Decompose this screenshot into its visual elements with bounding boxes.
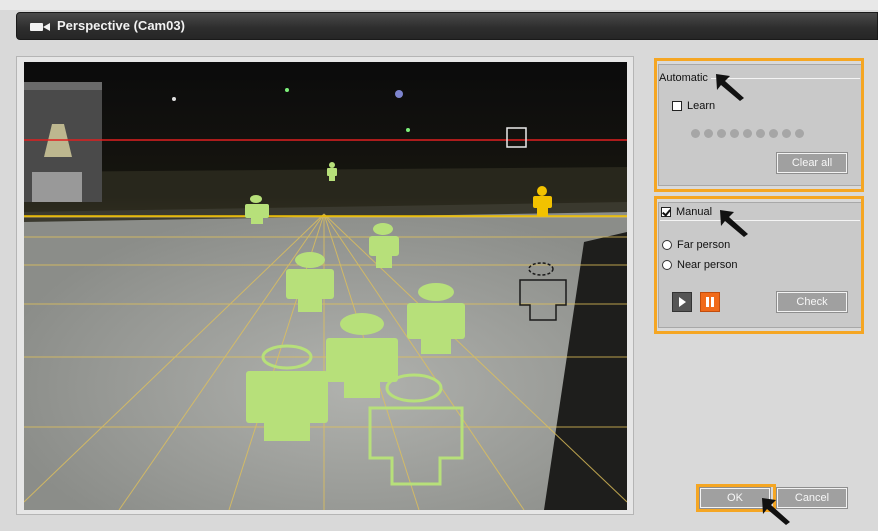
progress-dot — [795, 129, 804, 138]
clear-all-button[interactable]: Clear all — [776, 152, 848, 174]
check-button[interactable]: Check — [776, 291, 848, 313]
progress-dot — [782, 129, 791, 138]
near-person-label: Near person — [677, 259, 738, 271]
progress-dot — [769, 129, 778, 138]
play-icon — [679, 297, 686, 307]
settings-panel: Automatic Learn Clear all Manual Far per… — [646, 56, 878, 525]
dialog-title-bar: Perspective (Cam03) — [16, 12, 878, 40]
learn-checkbox[interactable] — [672, 101, 682, 111]
manual-checkbox[interactable] — [661, 207, 671, 217]
progress-dot — [756, 129, 765, 138]
progress-dot — [717, 129, 726, 138]
progress-dot — [743, 129, 752, 138]
progress-dot — [691, 129, 700, 138]
learn-label: Learn — [687, 100, 716, 112]
pointer-arrow-icon — [716, 74, 744, 101]
manual-divider — [660, 220, 860, 221]
manual-label: Manual — [676, 206, 716, 218]
top-strip — [0, 0, 878, 10]
pause-icon — [706, 297, 714, 307]
dialog-title: Perspective (Cam03) — [57, 18, 185, 33]
pause-button[interactable] — [700, 292, 720, 312]
pointer-arrow-icon — [720, 210, 748, 237]
camera-view[interactable] — [24, 62, 627, 510]
learn-progress-dots — [691, 125, 808, 143]
automatic-label: Automatic — [659, 72, 711, 84]
video-camera-icon — [30, 23, 50, 31]
progress-dot — [704, 129, 713, 138]
play-button[interactable] — [672, 292, 692, 312]
far-person-label: Far person — [677, 239, 731, 251]
pointer-arrow-icon — [762, 498, 790, 525]
progress-dot — [730, 129, 739, 138]
far-person-radio[interactable] — [662, 240, 672, 250]
near-person-radio[interactable] — [662, 260, 672, 270]
